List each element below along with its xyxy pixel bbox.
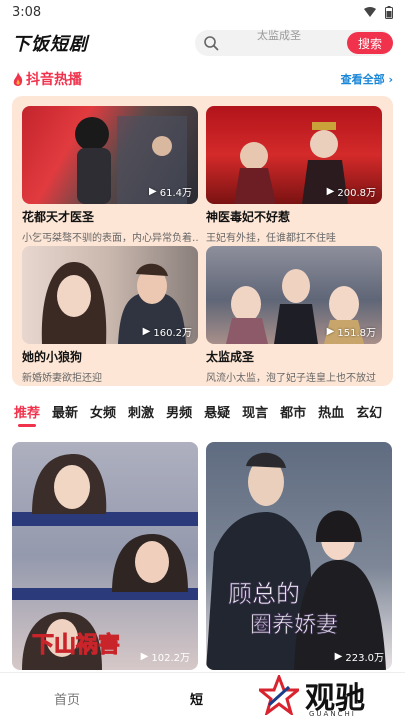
- status-icons: [363, 5, 393, 19]
- poster-title-text: 圈养娇妻: [250, 613, 338, 638]
- play-count: ▶ 160.2万: [142, 326, 192, 339]
- hot-panel: ▶ 61.4万 花都天才医圣 小乞丐桀骜不驯的表面，内心异常负着… ▶ 200.…: [12, 96, 393, 386]
- view-all-link[interactable]: 查看全部 ›: [341, 71, 393, 87]
- play-count: ▶ 151.8万: [326, 326, 376, 339]
- drama-tile[interactable]: 下山祸害 ▶ 102.2万: [12, 442, 198, 670]
- drama-description: 风流小太监，泡了妃子连皇上也不放过: [206, 373, 376, 384]
- hot-section-header: 抖音热播 查看全部 ›: [12, 68, 393, 90]
- category-tabs: 推荐 最新 女频 刺激 男频 悬疑 现言 都市 热血 玄幻: [0, 402, 405, 430]
- drama-thumbnail: ▶ 151.8万: [206, 246, 382, 344]
- drama-title: 太监成圣: [206, 350, 255, 364]
- drama-description: 新婚娇妻欲拒还迎: [22, 373, 102, 384]
- drama-title: 神医毒妃不好惹: [206, 210, 291, 224]
- drama-title: 她的小狼狗: [22, 350, 83, 364]
- nav-short-drama[interactable]: 短: [190, 689, 203, 708]
- tab-suspense[interactable]: 悬疑: [204, 402, 230, 430]
- drama-thumbnail: ▶ 61.4万: [22, 106, 198, 204]
- play-count: ▶ 61.4万: [149, 186, 192, 199]
- tab-urban[interactable]: 都市: [280, 402, 306, 430]
- battery-icon: [385, 5, 393, 19]
- drama-poster: 顾总的 圈养娇妻: [206, 442, 392, 670]
- search-placeholder: 太监成圣: [257, 29, 301, 42]
- tab-latest[interactable]: 最新: [52, 402, 78, 430]
- tab-female[interactable]: 女频: [90, 402, 116, 430]
- bottom-nav: 首页 短 观驰 GUANCHI: [0, 672, 405, 720]
- search-input[interactable]: 太监成圣 搜索: [195, 29, 393, 56]
- drama-card[interactable]: ▶ 160.2万 她的小狼狗 新婚娇妻欲拒还迎: [22, 246, 198, 384]
- drama-title: 花都天才医圣: [22, 210, 95, 224]
- header: 下饭短剧 太监成圣 搜索: [0, 26, 405, 60]
- drama-card[interactable]: ▶ 61.4万 花都天才医圣 小乞丐桀骜不驯的表面，内心异常负着…: [22, 106, 198, 244]
- poster-title-text: 顾总的: [228, 580, 300, 608]
- app-title: 下饭短剧: [12, 34, 88, 55]
- drama-description: 小乞丐桀骜不驯的表面，内心异常负着…: [22, 233, 198, 244]
- play-count: ▶ 223.0万: [334, 651, 384, 664]
- drama-poster: 下山祸害: [12, 442, 198, 670]
- status-time: 3:08: [12, 4, 42, 20]
- search-icon: [204, 36, 219, 51]
- play-count: ▶ 200.8万: [326, 186, 376, 199]
- drama-thumbnail: ▶ 200.8万: [206, 106, 382, 204]
- play-count: ▶ 102.2万: [140, 651, 190, 664]
- tab-male[interactable]: 男频: [166, 402, 192, 430]
- tab-thrill[interactable]: 刺激: [128, 402, 154, 430]
- search-button[interactable]: 搜索: [347, 32, 393, 54]
- wifi-icon: [364, 7, 376, 17]
- watermark-subtext: GUANCHI: [309, 710, 356, 718]
- star-logo-icon: [259, 675, 299, 715]
- watermark-logo: 观驰 GUANCHI: [259, 673, 365, 718]
- drama-card[interactable]: ▶ 151.8万 太监成圣 风流小太监，泡了妃子连皇上也不放过: [206, 246, 382, 384]
- tab-recommend[interactable]: 推荐: [14, 402, 40, 430]
- nav-home[interactable]: 首页: [54, 689, 80, 708]
- tab-hot-blood[interactable]: 热血: [318, 402, 344, 430]
- tab-modern-romance[interactable]: 现言: [242, 402, 268, 430]
- drama-description: 王妃有外挂，任谁都扛不住哇: [206, 233, 336, 244]
- fire-icon: [13, 72, 23, 86]
- poster-title-text: 下山祸害: [32, 632, 120, 658]
- drama-tile[interactable]: 顾总的 圈养娇妻 ▶ 223.0万: [206, 442, 392, 670]
- tab-fantasy[interactable]: 玄幻: [356, 402, 382, 430]
- hot-section-title: 抖音热播: [26, 72, 82, 88]
- drama-card[interactable]: ▶ 200.8万 神医毒妃不好惹 王妃有外挂，任谁都扛不住哇: [206, 106, 382, 244]
- status-bar: 3:08: [0, 0, 405, 24]
- drama-thumbnail: ▶ 160.2万: [22, 246, 198, 344]
